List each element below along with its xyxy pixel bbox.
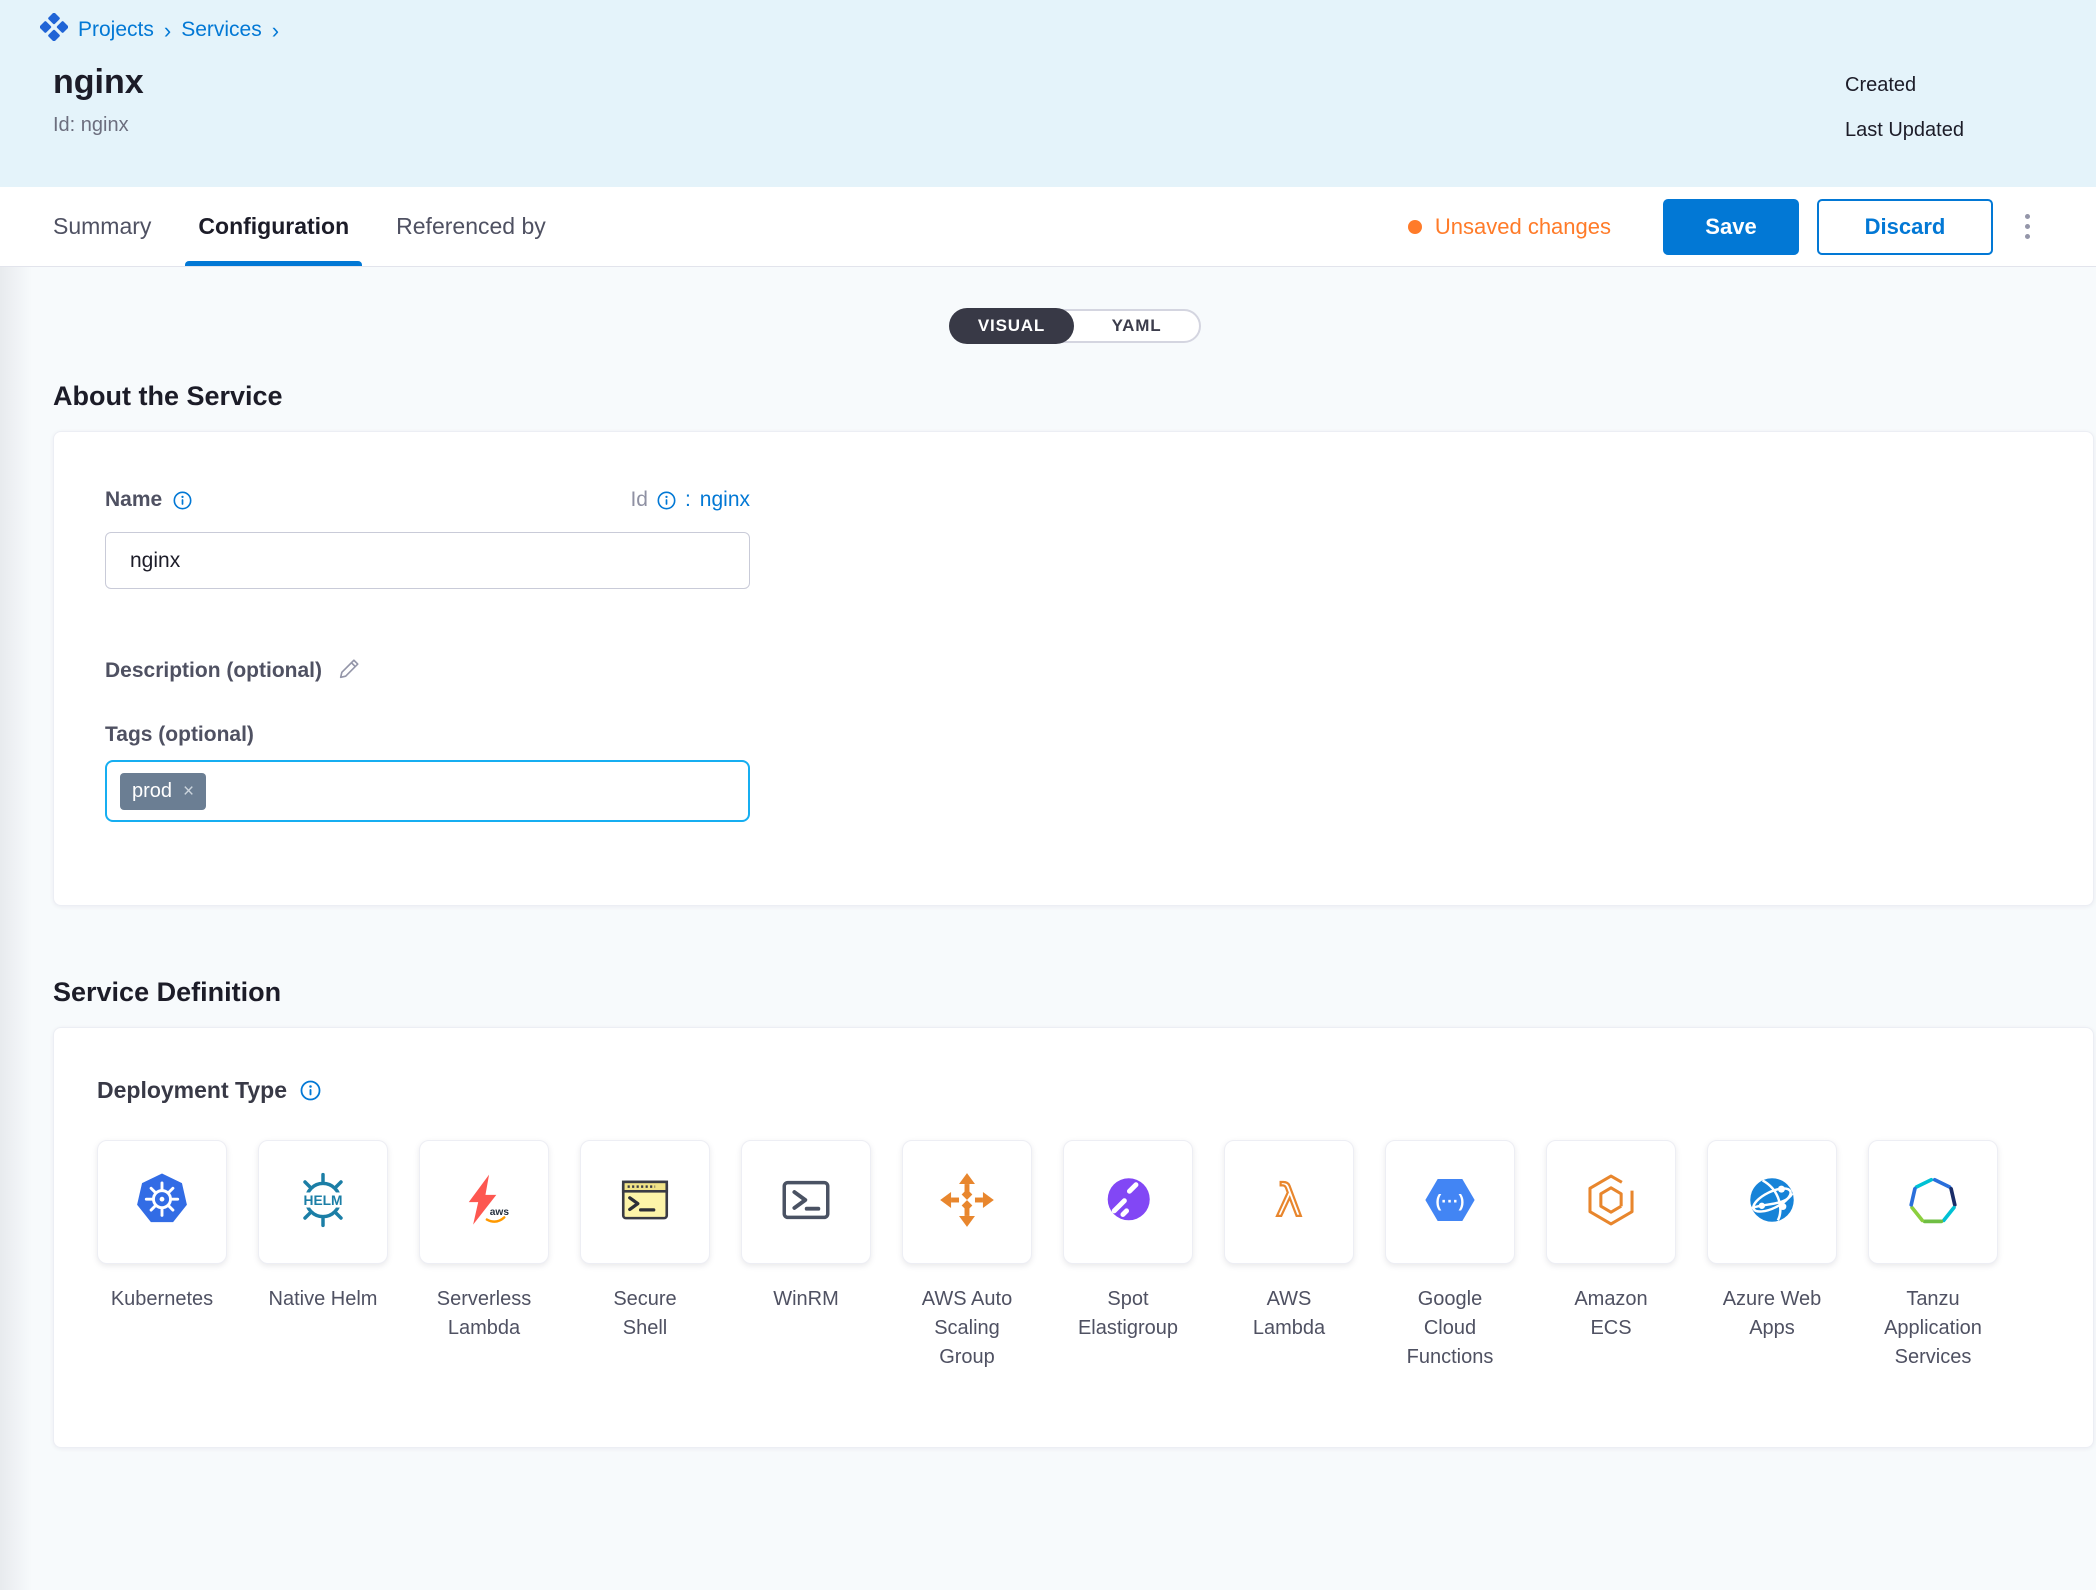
- breadcrumb: Projects › Services ›: [40, 13, 2096, 47]
- app-logo-icon: [40, 13, 68, 47]
- save-button[interactable]: Save: [1663, 199, 1799, 255]
- tag-chip-label: prod: [132, 780, 172, 803]
- tags-input[interactable]: prod ×: [105, 760, 750, 822]
- info-icon[interactable]: [657, 491, 676, 510]
- deployment-type-label: Deployment Type: [97, 1077, 287, 1104]
- kubernetes-icon: [133, 1171, 191, 1234]
- svg-text:HELM: HELM: [304, 1193, 343, 1208]
- toggle-option-yaml[interactable]: YAML: [1074, 310, 1199, 342]
- serverless-framework-icon: aws: [455, 1171, 513, 1234]
- tab-summary[interactable]: Summary: [40, 187, 164, 266]
- deployment-type-azure-web-apps[interactable]: Azure Web Apps: [1707, 1140, 1837, 1372]
- azure-web-apps-icon: [1743, 1171, 1801, 1234]
- tag-chip: prod ×: [120, 773, 206, 810]
- deployment-type-spot-elastigroup[interactable]: Spot Elastigroup: [1063, 1140, 1193, 1372]
- amazon-ecs-icon: [1582, 1171, 1640, 1234]
- description-label: Description (optional): [105, 659, 322, 683]
- breadcrumb-item-projects[interactable]: Projects: [78, 18, 154, 42]
- tab-referenced-by[interactable]: Referenced by: [383, 187, 559, 266]
- id-label: Id: [630, 488, 648, 512]
- helm-icon: HELM: [294, 1171, 352, 1234]
- tag-remove-icon[interactable]: ×: [183, 782, 194, 801]
- chevron-right-icon: ›: [164, 20, 171, 41]
- svg-text:aws: aws: [490, 1207, 510, 1218]
- gcp-functions-icon: (···): [1421, 1171, 1479, 1234]
- visual-yaml-toggle: VISUAL YAML: [949, 309, 1201, 343]
- aws-lambda-icon: λ: [1260, 1171, 1318, 1234]
- service-id-value[interactable]: nginx: [700, 488, 750, 512]
- deployment-type-native-helm[interactable]: HELM Native Helm: [258, 1140, 388, 1372]
- unsaved-changes-status: Unsaved changes: [1408, 214, 1611, 240]
- deployment-type-serverless-lambda[interactable]: aws Serverless Lambda: [419, 1140, 549, 1372]
- unsaved-changes-label: Unsaved changes: [1435, 214, 1611, 240]
- spot-icon: [1099, 1171, 1157, 1234]
- aws-auto-scaling-icon: [938, 1171, 996, 1234]
- tabs: Summary Configuration Referenced by: [40, 187, 559, 266]
- unsaved-dot-icon: [1408, 220, 1422, 234]
- deployment-type-tiles: Kubernetes HELM Native Helm aws Serverle…: [97, 1140, 2093, 1372]
- configuration-content: VISUAL YAML About the Service Name Id :: [0, 267, 2096, 1448]
- deployment-type-kubernetes[interactable]: Kubernetes: [97, 1140, 227, 1372]
- info-icon[interactable]: [173, 491, 192, 510]
- deployment-type-winrm[interactable]: WinRM: [741, 1140, 871, 1372]
- svg-text:(···): (···): [1436, 1190, 1465, 1210]
- entity-id: Id: nginx: [53, 114, 2096, 137]
- deployment-type-google-cloud-functions[interactable]: (···) Google Cloud Functions: [1385, 1140, 1515, 1372]
- tab-bar: Summary Configuration Referenced by Unsa…: [0, 187, 2096, 267]
- toggle-option-visual[interactable]: VISUAL: [949, 308, 1074, 344]
- discard-button[interactable]: Discard: [1817, 199, 1993, 255]
- breadcrumb-item-services[interactable]: Services: [181, 18, 262, 42]
- tags-label: Tags (optional): [105, 723, 750, 747]
- info-icon[interactable]: [300, 1080, 321, 1101]
- deployment-type-amazon-ecs[interactable]: Amazon ECS: [1546, 1140, 1676, 1372]
- about-service-card: Name Id : nginx Description (optional): [53, 431, 2094, 906]
- page-title: nginx: [53, 63, 2096, 102]
- toolbar: Unsaved changes Save Discard: [1408, 199, 2096, 255]
- deployment-type-tanzu-application-services[interactable]: Tanzu Application Services: [1868, 1140, 1998, 1372]
- edit-pencil-icon[interactable]: [338, 657, 361, 685]
- deployment-type-label-row: Deployment Type: [97, 1077, 2093, 1104]
- header-meta: Created Last Updated: [1845, 74, 1964, 142]
- last-updated-label: Last Updated: [1845, 119, 1964, 142]
- name-input[interactable]: [105, 532, 750, 589]
- terminal-icon: [616, 1171, 674, 1234]
- powershell-icon: [777, 1171, 835, 1234]
- service-id-row: Id : nginx: [630, 488, 750, 512]
- tanzu-icon: [1904, 1171, 1962, 1234]
- deployment-type-secure-shell[interactable]: Secure Shell: [580, 1140, 710, 1372]
- name-field-label: Name: [105, 488, 192, 512]
- deployment-type-aws-lambda[interactable]: λ AWS Lambda: [1224, 1140, 1354, 1372]
- service-definition-heading: Service Definition: [53, 977, 2094, 1008]
- deployment-type-aws-auto-scaling-group[interactable]: AWS Auto Scaling Group: [902, 1140, 1032, 1372]
- service-definition-card: Deployment Type Kubernetes HELM Native H…: [53, 1027, 2094, 1448]
- chevron-right-icon: ›: [272, 20, 279, 41]
- page-header: Projects › Services › nginx Id: nginx Cr…: [0, 0, 2096, 187]
- svg-text:λ: λ: [1276, 1173, 1303, 1226]
- tab-configuration[interactable]: Configuration: [185, 187, 362, 266]
- created-label: Created: [1845, 74, 1964, 97]
- more-options-kebab-icon[interactable]: [2019, 208, 2036, 245]
